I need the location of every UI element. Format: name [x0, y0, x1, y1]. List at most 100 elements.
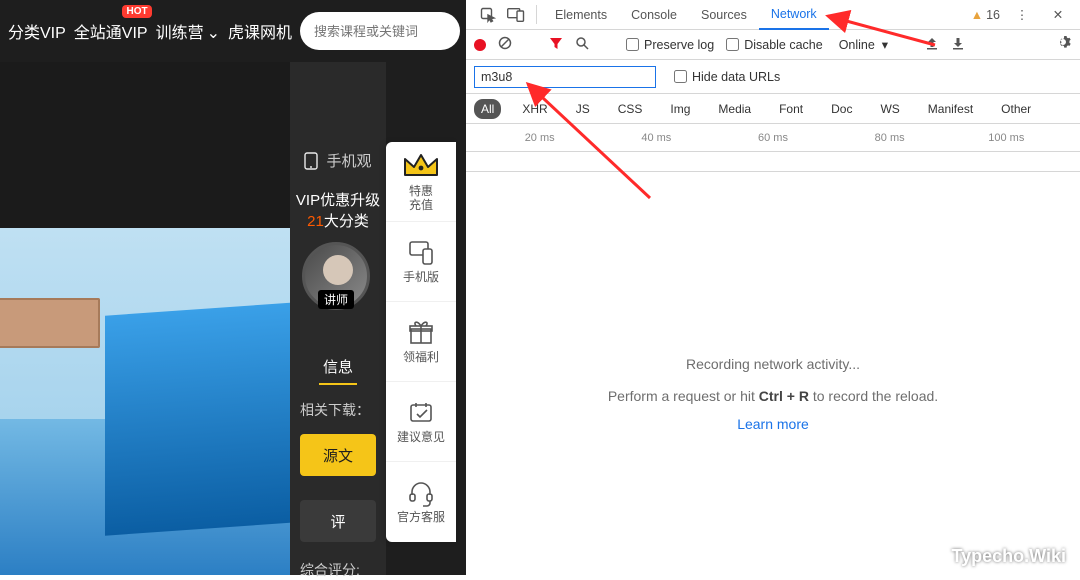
btn-label: 评 [330, 511, 345, 532]
nav-label: 全站通VIP [74, 25, 148, 42]
filter-icon[interactable] [549, 36, 563, 53]
throttling-select[interactable]: Online ▾ [839, 37, 888, 52]
text: to record the reload. [809, 388, 938, 404]
shortcut: Ctrl + R [759, 388, 809, 404]
left-col [0, 62, 290, 575]
filter-other[interactable]: Other [994, 99, 1038, 119]
teacher-tag: 讲师 [318, 290, 354, 309]
headset-icon [407, 479, 435, 507]
top-nav: 分类VIP 全站通VIP HOT 训练营⌄ 虎课网机 [0, 0, 466, 62]
gift-icon [407, 319, 435, 347]
side-mobile[interactable]: 手机版 [386, 222, 456, 302]
floating-sidebar: 特惠 充值 手机版 领福利 建议意见 官方客服 [386, 142, 456, 542]
checkbox-label: Preserve log [644, 38, 714, 52]
disable-cache-checkbox[interactable]: Disable cache [726, 38, 823, 52]
timeline-ruler[interactable]: 20 ms 40 ms 60 ms 80 ms 100 ms [466, 124, 1080, 152]
edit-icon [407, 399, 435, 427]
review-button[interactable]: 评 [300, 500, 376, 542]
checkbox-label: Hide data URLs [692, 70, 780, 84]
filter-font[interactable]: Font [772, 99, 810, 119]
side-label: 手机版 [403, 270, 439, 284]
btn-label: 源文 [323, 445, 353, 466]
side-label: 特惠 充值 [409, 184, 433, 213]
search-input[interactable] [314, 24, 490, 39]
tab-elements[interactable]: Elements [543, 0, 619, 29]
promo-block: 手机观 VIP优惠升级 21大分类 [290, 150, 386, 231]
side-gift[interactable]: 领福利 [386, 302, 456, 382]
watermark: Typecho.Wiki [951, 546, 1066, 567]
course-thumbnail[interactable] [0, 228, 290, 575]
search-wrap [300, 12, 460, 50]
learn-more-link[interactable]: Learn more [737, 416, 809, 432]
nav-training[interactable]: 训练营⌄ [156, 19, 220, 43]
close-devtools-icon[interactable]: ✕ [1044, 7, 1072, 22]
side-promo[interactable]: 特惠 充值 [386, 142, 456, 222]
text: VIP优惠升级 [296, 192, 380, 209]
right-col: 手机观 VIP优惠升级 21大分类 讲师 信息 相关下载： 源文 评 综合评分: [290, 62, 386, 575]
nav-site-vip[interactable]: 全站通VIP HOT [74, 19, 148, 43]
filter-input[interactable] [474, 66, 656, 88]
filter-img[interactable]: Img [663, 99, 697, 119]
phone-icon [304, 152, 318, 170]
nav-category-vip[interactable]: 分类VIP [8, 19, 66, 43]
nav-label: 分类VIP [8, 25, 66, 42]
type-filters: All XHR JS CSS Img Media Font Doc WS Man… [466, 94, 1080, 124]
clear-icon[interactable] [498, 36, 512, 53]
label: Online [839, 38, 875, 52]
devtools-tabs: Elements Console Sources Network » ▲16 ⋮… [466, 0, 1080, 30]
devtools-panel: Elements Console Sources Network » ▲16 ⋮… [466, 0, 1080, 575]
filter-xhr[interactable]: XHR [515, 99, 554, 119]
warning-count[interactable]: ▲16 [971, 8, 1000, 22]
filter-doc[interactable]: Doc [824, 99, 859, 119]
tick: 60 ms [758, 132, 788, 144]
tab-sources[interactable]: Sources [689, 0, 759, 29]
promo-line2[interactable]: VIP优惠升级 21大分类 [290, 189, 386, 231]
side-support[interactable]: 官方客服 [386, 462, 456, 542]
empty-state: Recording network activity... Perform a … [466, 356, 1080, 432]
promo-line1[interactable]: 手机观 [290, 150, 386, 171]
download-har-icon[interactable] [951, 36, 965, 53]
record-icon[interactable] [474, 39, 486, 51]
source-file-button[interactable]: 源文 [300, 434, 376, 476]
preserve-log-checkbox[interactable]: Preserve log [626, 38, 714, 52]
filter-ws[interactable]: WS [873, 99, 906, 119]
inspect-icon[interactable] [474, 0, 502, 29]
search-icon[interactable] [575, 36, 589, 53]
nav-label: 虎课网机 [228, 25, 292, 42]
filter-css[interactable]: CSS [611, 99, 650, 119]
upload-har-icon[interactable] [925, 36, 939, 53]
side-label: 领福利 [403, 350, 439, 364]
promo-text: 手机观 [326, 150, 371, 171]
empty-title: Recording network activity... [466, 356, 1080, 372]
filter-row: Hide data URLs [466, 60, 1080, 94]
tick: 40 ms [641, 132, 671, 144]
kebab-icon[interactable]: ⋮ [1008, 7, 1036, 22]
text: Perform a request or hit [608, 388, 759, 404]
tab-console[interactable]: Console [619, 0, 689, 29]
website-panel: 分类VIP 全站通VIP HOT 训练营⌄ 虎课网机 [0, 0, 466, 575]
checkbox-label: Disable cache [744, 38, 823, 52]
device-toggle-icon[interactable] [502, 0, 530, 29]
hide-data-urls-checkbox[interactable]: Hide data URLs [674, 70, 780, 84]
promo-num: 21 [307, 213, 324, 230]
filter-manifest[interactable]: Manifest [921, 99, 980, 119]
crown-icon [402, 151, 440, 181]
devices-icon [407, 239, 435, 267]
tick: 80 ms [875, 132, 905, 144]
filter-all[interactable]: All [474, 99, 501, 119]
settings-icon[interactable] [1056, 35, 1072, 54]
more-tabs-icon[interactable]: » [829, 0, 857, 29]
side-feedback[interactable]: 建议意见 [386, 382, 456, 462]
nav-label: 训练营 [156, 25, 204, 42]
search-box[interactable] [300, 12, 460, 50]
tab-info[interactable]: 信息 [319, 350, 357, 385]
nav-site-name[interactable]: 虎课网机 [228, 19, 292, 43]
filter-media[interactable]: Media [711, 99, 758, 119]
tick: 100 ms [988, 132, 1024, 144]
tab-network[interactable]: Network [759, 0, 829, 30]
empty-hint: Perform a request or hit Ctrl + R to rec… [466, 388, 1080, 404]
network-toolbar: Preserve log Disable cache Online ▾ [466, 30, 1080, 60]
timeline-track[interactable] [466, 152, 1080, 172]
chevron-down-icon: ⌄ [207, 25, 220, 42]
filter-js[interactable]: JS [569, 99, 597, 119]
